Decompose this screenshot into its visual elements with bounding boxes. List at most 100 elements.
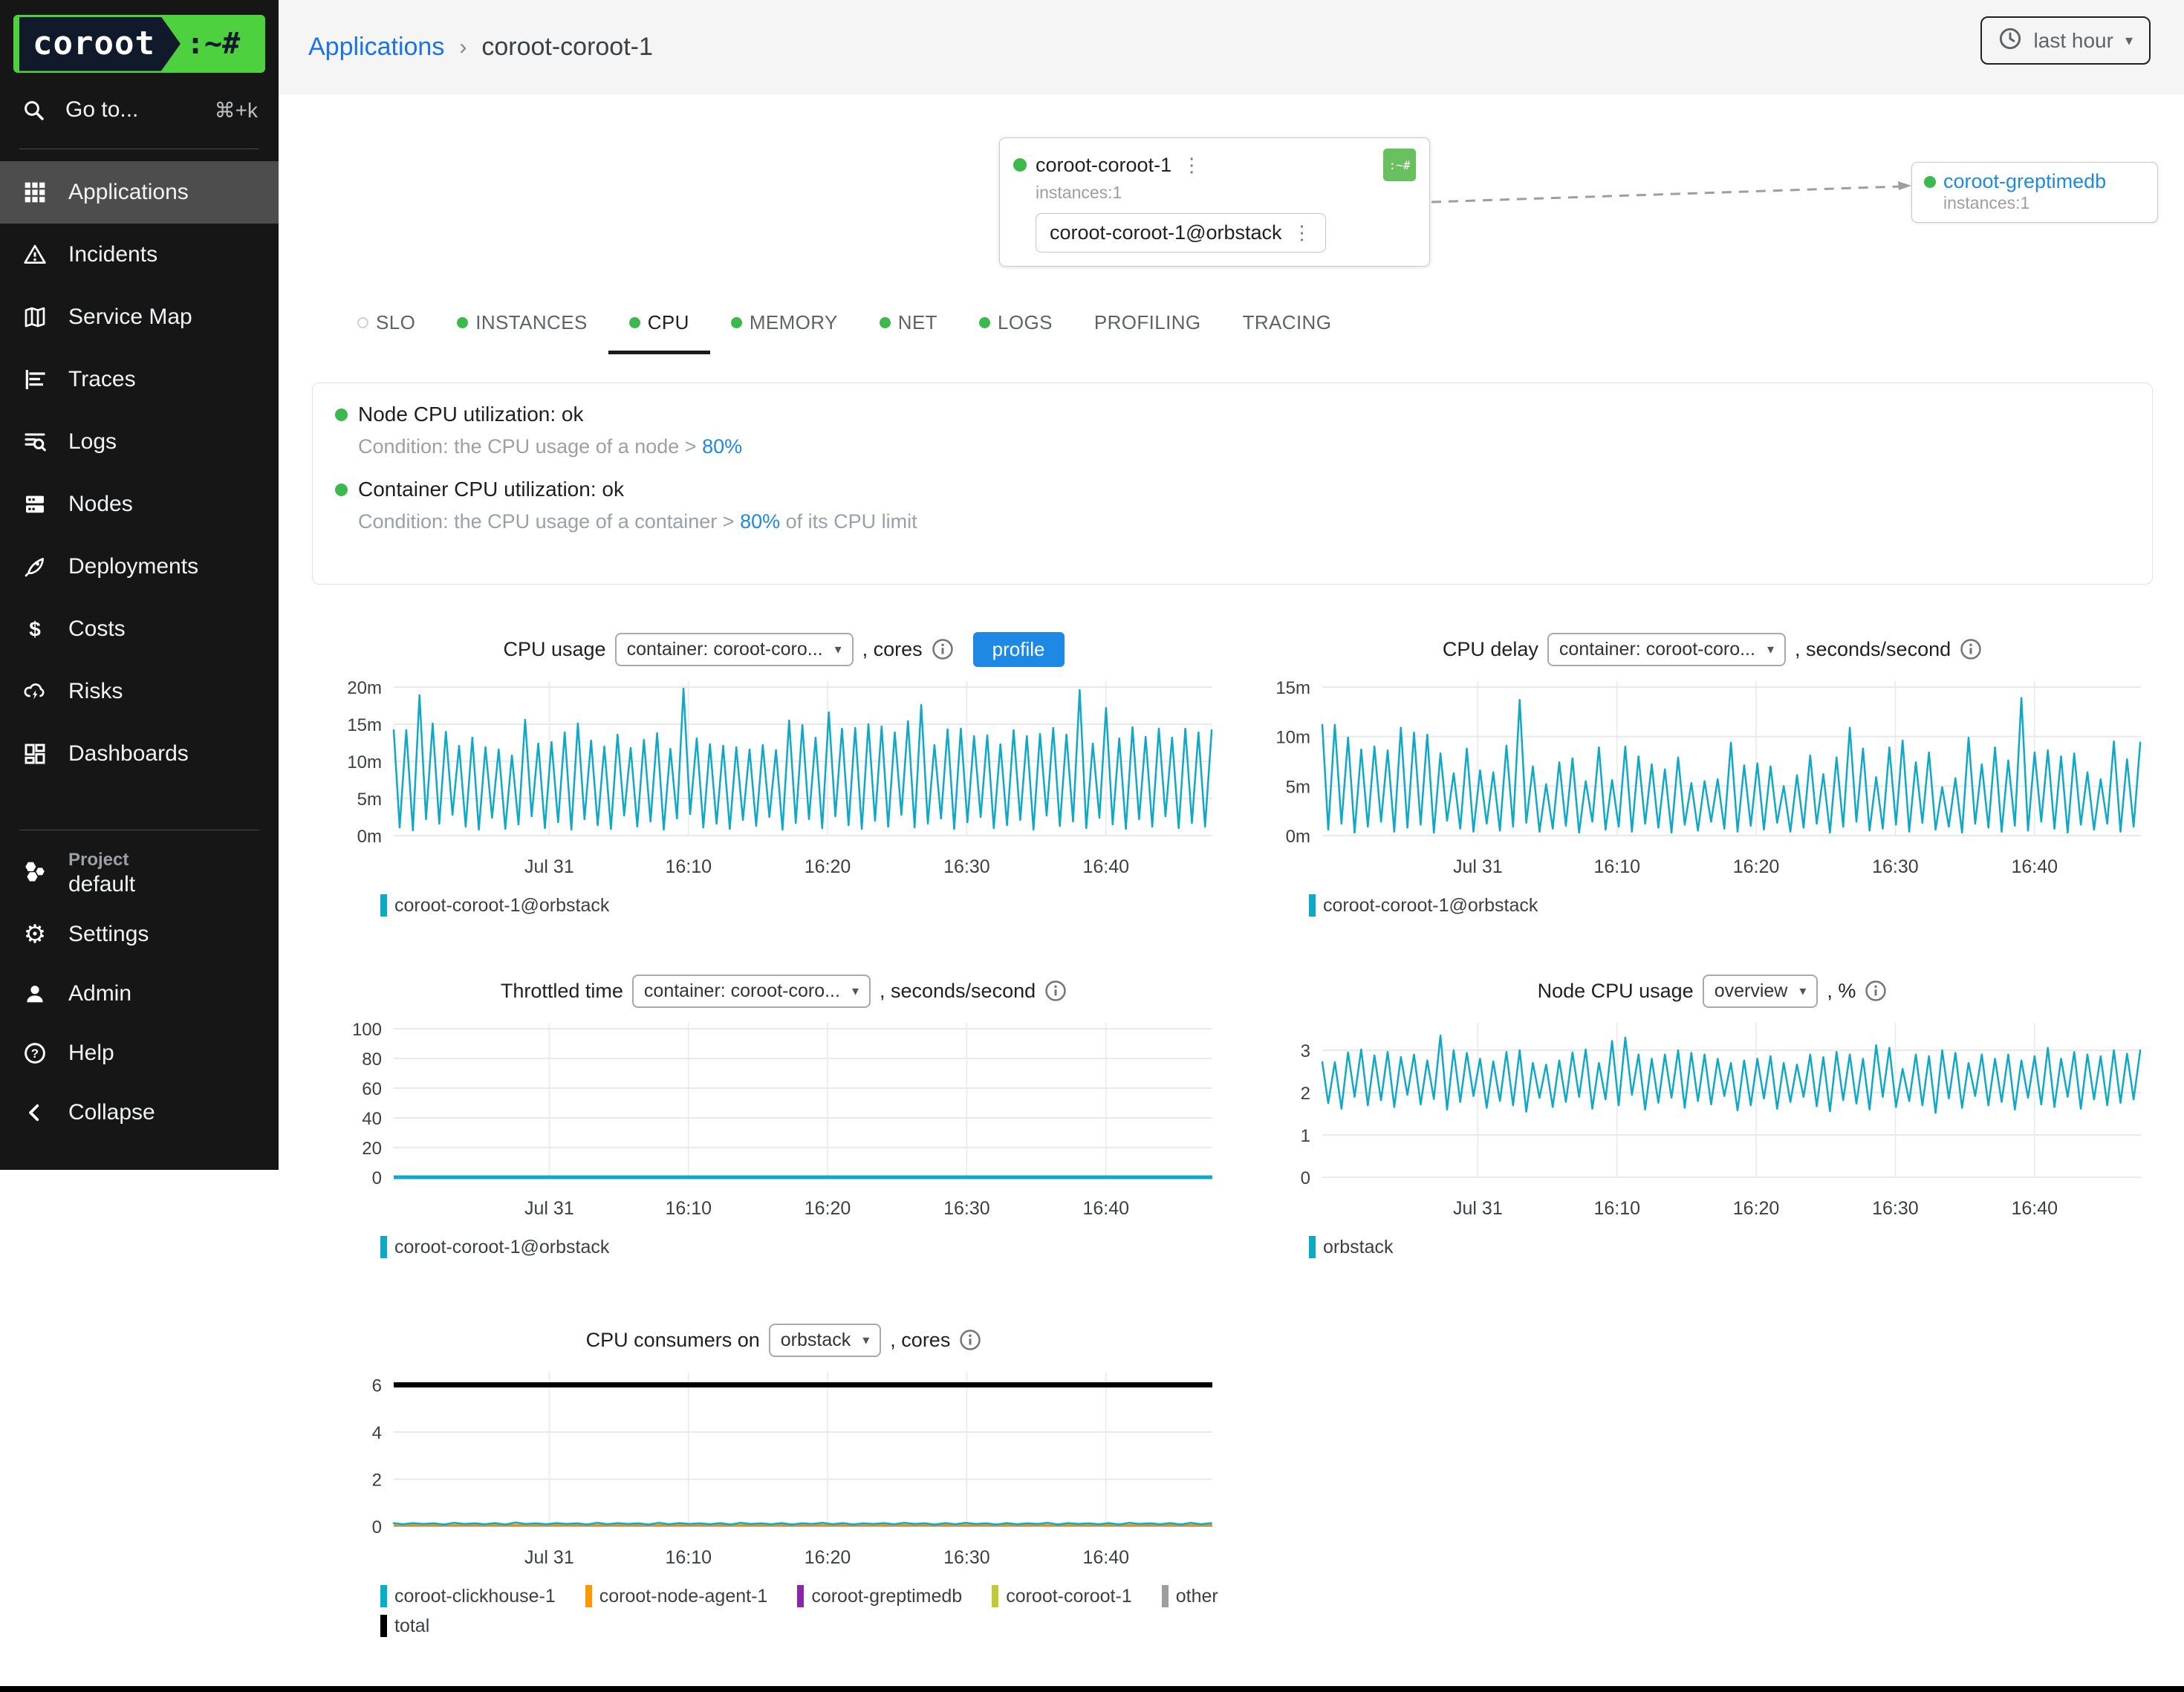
sidebar-item-applications[interactable]: Applications	[0, 161, 279, 224]
linked-service-link[interactable]: coroot-greptimedb	[1943, 170, 2106, 193]
tab-cpu[interactable]: CPU	[608, 311, 710, 354]
time-range-picker[interactable]: last hour ▾	[1980, 16, 2151, 65]
info-icon[interactable]	[1960, 638, 1982, 660]
sidebar-item-admin[interactable]: Admin	[0, 964, 279, 1024]
main-content: coroot-coroot-1 ⋮ :~# instances:1 coroot…	[279, 94, 2184, 1692]
coroot-logo[interactable]: coroot :~#	[0, 0, 279, 83]
service-node-card[interactable]: coroot-coroot-1 ⋮ :~# instances:1 coroot…	[999, 137, 1430, 267]
legend-label: other	[1176, 1586, 1218, 1607]
chevron-down-icon: ▾	[1799, 983, 1806, 999]
sidebar-item-deployments[interactable]: Deployments	[0, 536, 279, 598]
svg-text:2: 2	[372, 1470, 382, 1490]
chevron-down-icon: ▾	[862, 1333, 869, 1348]
svg-text:20: 20	[362, 1139, 382, 1159]
node-instances-label: instances:1	[1036, 183, 1416, 203]
legend-item[interactable]: coroot-clickhouse-1	[380, 1585, 556, 1607]
goto-search[interactable]: Go to... ⌘+k	[0, 83, 279, 137]
chart-node-cpu-usage: Node CPU usageoverview▾, %Jul 3116:1016:…	[1248, 969, 2177, 1258]
cpu-usage-selector[interactable]: container: coroot-coro... ▾	[615, 633, 854, 666]
svg-text:16:10: 16:10	[665, 1198, 712, 1219]
node-cpu-usage-plot: Jul 3116:1016:2016:3016:400123	[1248, 1012, 2147, 1229]
legend-item[interactable]: coroot-node-agent-1	[585, 1585, 768, 1607]
sidebar-item-costs[interactable]: $Costs	[0, 598, 279, 660]
sidebar-item-settings[interactable]: ⚙Settings	[0, 905, 279, 964]
tab-memory[interactable]: MEMORY	[710, 311, 859, 354]
selector-value: container: coroot-coro...	[627, 639, 823, 660]
chart-cpu-delay: CPU delaycontainer: coroot-coro...▾, sec…	[1248, 628, 2177, 917]
breadcrumb-applications-link[interactable]: Applications	[308, 33, 444, 62]
info-icon[interactable]	[932, 638, 954, 660]
legend-item[interactable]: total	[380, 1615, 429, 1637]
tab-tracing[interactable]: TRACING	[1222, 311, 1353, 354]
info-icon[interactable]	[1044, 980, 1067, 1002]
throttled-time-selector[interactable]: container: coroot-coro...▾	[632, 974, 871, 1008]
tab-instances[interactable]: INSTANCES	[436, 311, 608, 354]
legend-item[interactable]: orbstack	[1309, 1236, 1393, 1258]
sidebar-item-service-map[interactable]: Service Map	[0, 286, 279, 348]
coroot-app: coroot :~# Go to... ⌘+k Applications Inci…	[0, 0, 2184, 1692]
node-terminal-badge: :~#	[1383, 149, 1416, 181]
cpu-consumers-selector[interactable]: orbstack▾	[769, 1324, 882, 1357]
sidebar-item-logs[interactable]: Logs	[0, 411, 279, 473]
goto-label: Go to...	[65, 97, 215, 123]
check-node-cpu: Node CPU utilization: ok Condition: the …	[335, 403, 2130, 458]
threshold-link[interactable]: 80%	[702, 435, 742, 458]
svg-text:Jul 31: Jul 31	[1453, 856, 1503, 877]
sidebar-item-collapse[interactable]: Collapse	[0, 1083, 279, 1142]
sidebar-item-help[interactable]: ?Help	[0, 1024, 279, 1083]
svg-text:1: 1	[1301, 1126, 1310, 1146]
chart-cpu-usage: CPU usagecontainer: coroot-coro...▾, cor…	[319, 628, 1248, 917]
sidebar-item-nodes[interactable]: Nodes	[0, 473, 279, 536]
cpu-delay-title-row: CPU delaycontainer: coroot-coro...▾, sec…	[1248, 628, 2177, 671]
svg-text:4: 4	[372, 1423, 382, 1443]
sidebar-item-traces[interactable]: Traces	[0, 348, 279, 411]
kebab-menu-icon[interactable]: ⋮	[1293, 221, 1312, 244]
sidebar-item-incidents[interactable]: Incidents	[0, 224, 279, 286]
legend-swatch	[1309, 894, 1316, 917]
legend-item[interactable]: coroot-greptimedb	[797, 1585, 962, 1607]
legend-swatch	[380, 1585, 387, 1607]
legend-item[interactable]: coroot-coroot-1	[992, 1585, 1132, 1607]
sidebar-item-label: Incidents	[68, 242, 157, 267]
legend-item[interactable]: coroot-coroot-1@orbstack	[380, 1236, 609, 1258]
svg-text:80: 80	[362, 1050, 382, 1070]
status-dot	[335, 484, 348, 496]
project-label: Project	[68, 850, 135, 871]
cpu-delay-legend: coroot-coroot-1@orbstack	[1248, 894, 2147, 917]
tab-logs[interactable]: LOGS	[958, 311, 1073, 354]
chevron-down-icon: ▾	[2125, 31, 2133, 50]
logo-terminal-badge: :~#	[186, 27, 240, 61]
cpu-usage-unit: , cores	[862, 638, 923, 661]
profile-button[interactable]: profile	[973, 632, 1065, 667]
sidebar-item-dashboards[interactable]: Dashboards	[0, 723, 279, 785]
tab-status-dot	[979, 317, 990, 328]
instance-chip[interactable]: coroot-coroot-1@orbstack ⋮	[1036, 213, 1326, 253]
sidebar-item-project[interactable]: Project default	[0, 842, 279, 905]
svg-text:100: 100	[352, 1020, 382, 1040]
throttled-time-legend: coroot-coroot-1@orbstack	[319, 1236, 1218, 1258]
legend-item[interactable]: coroot-coroot-1@orbstack	[1309, 894, 1538, 917]
svg-text:3: 3	[1301, 1041, 1310, 1061]
linked-service-card[interactable]: coroot-greptimedb instances:1	[1911, 162, 2158, 223]
cpu-delay-selector[interactable]: container: coroot-coro...▾	[1547, 633, 1786, 666]
info-icon[interactable]	[959, 1329, 981, 1351]
legend-item[interactable]: other	[1162, 1585, 1218, 1607]
tab-bar: SLOINSTANCESCPUMEMORYNETLOGSPROFILINGTRA…	[337, 311, 1352, 354]
kebab-menu-icon[interactable]: ⋮	[1182, 154, 1201, 177]
chevron-down-icon: ▾	[852, 983, 859, 999]
svg-text:15m: 15m	[1275, 678, 1310, 698]
bottom-edge-bar	[0, 1686, 2184, 1692]
chevron-down-icon: ▾	[835, 642, 842, 657]
legend-swatch	[380, 1236, 387, 1258]
cpu-usage-plot: Jul 3116:1016:2016:3016:400m5m10m15m20m	[319, 671, 1218, 888]
tab-status-dot	[629, 317, 640, 328]
node-cpu-usage-selector[interactable]: overview▾	[1703, 974, 1819, 1008]
legend-item[interactable]: coroot-coroot-1@orbstack	[380, 894, 609, 917]
tab-profiling[interactable]: PROFILING	[1073, 311, 1222, 354]
tab-net[interactable]: NET	[859, 311, 958, 354]
sidebar-item-risks[interactable]: Risks	[0, 660, 279, 723]
tab-slo[interactable]: SLO	[337, 311, 436, 354]
svg-text:16:20: 16:20	[805, 856, 851, 877]
info-icon[interactable]	[1865, 980, 1887, 1002]
threshold-link[interactable]: 80%	[740, 510, 780, 533]
